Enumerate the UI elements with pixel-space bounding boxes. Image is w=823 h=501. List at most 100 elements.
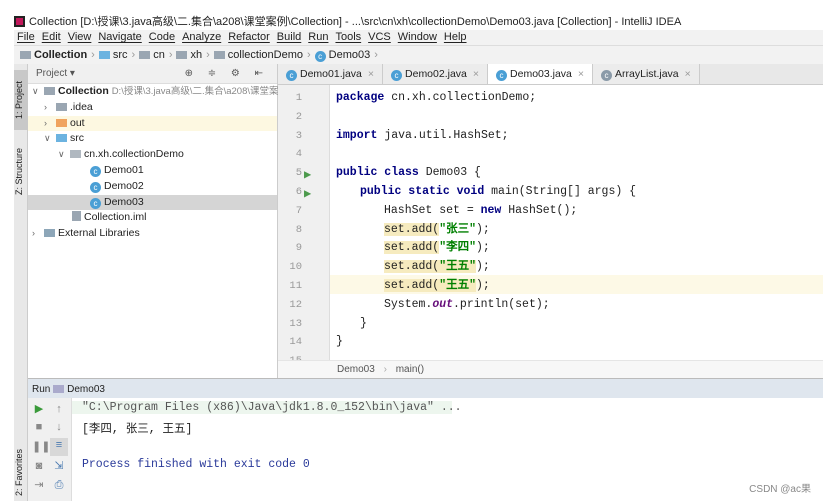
line-number: 4 [295, 148, 302, 161]
crumb-demo03[interactable]: c Demo03 [314, 49, 370, 62]
close-icon[interactable]: × [578, 68, 584, 80]
intellij-logo-icon [14, 16, 25, 27]
scroll-end-icon[interactable]: ⇲ [52, 459, 66, 473]
line-number: 6 [295, 186, 302, 198]
folder-icon [213, 51, 225, 59]
project-panel-header: Project ▾ ⊕ ≑ ⚙ ⇤ [28, 64, 277, 84]
run-panel-header: Run Demo03 [28, 378, 823, 398]
tree-item-collection[interactable]: ∨ Collection D:\授课\3.java高级\二.集合\a208\课堂案… [28, 84, 288, 100]
menu-edit[interactable]: Edit [42, 30, 61, 45]
folder-icon [56, 134, 67, 143]
menu-window[interactable]: Window [398, 30, 437, 45]
crumb-method[interactable]: main() [396, 364, 424, 375]
line-number: 3 [295, 129, 302, 142]
window-title: Collection [D:\授课\3.java高级\二.集合\a208\课堂案… [29, 16, 682, 28]
close-icon[interactable]: × [473, 68, 479, 80]
crumb-collectiondemo[interactable]: collectionDemo [213, 49, 303, 61]
project-panel: Project ▾ ⊕ ≑ ⚙ ⇤ ∨ Collection D:\授课\3.jav… [28, 64, 288, 378]
console-output-line: [李四, 张三, 王五] [82, 423, 193, 436]
tree-item-src[interactable]: ∨ src [28, 131, 277, 147]
menu-code[interactable]: Code [149, 30, 175, 45]
editor-tabs: c Demo01.java × c Demo02.java × c Demo03.java… [278, 64, 823, 85]
down-arrow-icon[interactable]: ↓ [52, 420, 66, 434]
crumb-collection[interactable]: Collection [20, 49, 87, 61]
tab-demo02[interactable]: c Demo02.java × [383, 64, 489, 84]
tree-item-out[interactable]: › out [28, 115, 277, 132]
favorites-tool-tab[interactable]: 2: Favorites [14, 444, 28, 501]
run-toolbar: ▶ ■ ❚❚ ◙ ⇥ ↑ ↓ ≡ ⇲ ⎙ [28, 398, 72, 501]
code-line-9: set.add("李四"); [384, 241, 490, 255]
code-line-11: set.add("王五"); [384, 279, 490, 292]
menu-run[interactable]: Run [308, 30, 328, 45]
menu-tools[interactable]: Tools [335, 30, 361, 45]
project-tool-tab[interactable]: 1: Project [14, 70, 28, 130]
folder-icon [139, 51, 151, 59]
crumb-class[interactable]: Demo03 [337, 364, 375, 375]
project-icon [44, 87, 55, 95]
tab-demo03[interactable]: c Demo03.java × [488, 64, 594, 84]
menu-analyze[interactable]: Analyze [182, 30, 221, 45]
console-command-line: "C:\Program Files (x86)\Java\jdk1.8.0_15… [72, 401, 462, 414]
folder-icon [176, 51, 188, 59]
panel-toolbar-icons[interactable]: ⊕ ≑ ⚙ ⇤ [185, 68, 269, 79]
tree-item-idea[interactable]: › .idea [28, 100, 277, 116]
menu-refactor[interactable]: Refactor [228, 30, 270, 45]
class-icon: c [391, 70, 403, 81]
iml-file-icon [72, 211, 81, 222]
code-line-12: System.out.println(set); [384, 297, 550, 311]
watermark: CSDN @ac果 [749, 484, 811, 495]
crumb-cn[interactable]: cn [139, 49, 165, 61]
folder-icon [98, 51, 110, 59]
soft-wrap-icon[interactable]: ≡ [50, 438, 68, 456]
code-line-3: import java.util.HashSet; [336, 128, 509, 142]
structure-tool-tab[interactable]: Z: Structure [14, 136, 28, 206]
code-editor[interactable]: 123456789101112131415 ▶ ▶ package cn.xh.… [278, 85, 823, 367]
code-line-8: set.add("张三"); [384, 222, 490, 236]
stop-icon[interactable]: ■ [32, 420, 46, 434]
project-icon [20, 51, 31, 59]
class-icon: c [90, 181, 101, 193]
package-icon [70, 150, 81, 159]
class-icon: c [286, 70, 297, 81]
tree-item-external-libraries[interactable]: › External Libraries [28, 226, 277, 242]
menu-view[interactable]: View [68, 30, 92, 45]
tree-item-demo02[interactable]: c Demo02 [28, 179, 277, 195]
menu-build[interactable]: Build [277, 30, 301, 45]
libraries-icon [44, 229, 55, 238]
pause-icon[interactable]: ❚❚ [32, 440, 50, 454]
rerun-icon[interactable]: ▶ [32, 402, 46, 416]
code-line-5: public class Demo03 { [336, 166, 481, 180]
run-tab-demo03[interactable]: Demo03 [67, 384, 105, 395]
menu-navigate[interactable]: Navigate [98, 30, 141, 45]
print-icon[interactable]: ⎙ [52, 478, 66, 492]
tab-demo01[interactable]: c Demo01.java × [278, 64, 384, 84]
line-number: 5 [295, 167, 302, 180]
code-line-10: set.add("王五"); [384, 260, 490, 274]
run-class-icon[interactable]: ▶ [304, 167, 311, 182]
camera-icon[interactable]: ◙ [32, 459, 46, 473]
menu-file[interactable]: File [17, 30, 35, 45]
tree-item-package[interactable]: ∨ cn.xh.collectionDemo [28, 147, 277, 163]
exit-icon[interactable]: ⇥ [32, 478, 46, 492]
console-output[interactable]: "C:\Program Files (x86)\Java\jdk1.8.0_15… [72, 398, 823, 501]
up-arrow-icon[interactable]: ↑ [52, 402, 66, 416]
tree-item-demo01[interactable]: c Demo01 [28, 163, 277, 179]
project-view-selector[interactable]: Project ▾ [36, 68, 75, 79]
crumb-xh[interactable]: xh [176, 49, 202, 61]
tree-item-demo03[interactable]: c Demo03 [28, 194, 277, 211]
line-number: 12 [289, 298, 302, 311]
close-icon[interactable]: × [685, 68, 691, 80]
left-tool-stripe: 1: Project Z: Structure 2: Favorites [14, 64, 28, 501]
close-icon[interactable]: × [368, 68, 374, 80]
line-number: 7 [295, 204, 302, 217]
tree-item-iml[interactable]: Collection.iml [28, 210, 277, 226]
console-exit-line: Process finished with exit code 0 [82, 458, 310, 471]
run-main-icon[interactable]: ▶ [304, 186, 311, 201]
menu-help[interactable]: Help [444, 30, 467, 45]
class-icon: c [90, 165, 101, 177]
editor-breadcrumb: Demo03 › main() [278, 360, 823, 378]
crumb-src[interactable]: src [98, 49, 128, 61]
menu-vcs[interactable]: VCS [368, 30, 391, 45]
tab-arraylist[interactable]: c ArrayList.java × [593, 64, 700, 84]
line-number: 9 [295, 242, 302, 255]
